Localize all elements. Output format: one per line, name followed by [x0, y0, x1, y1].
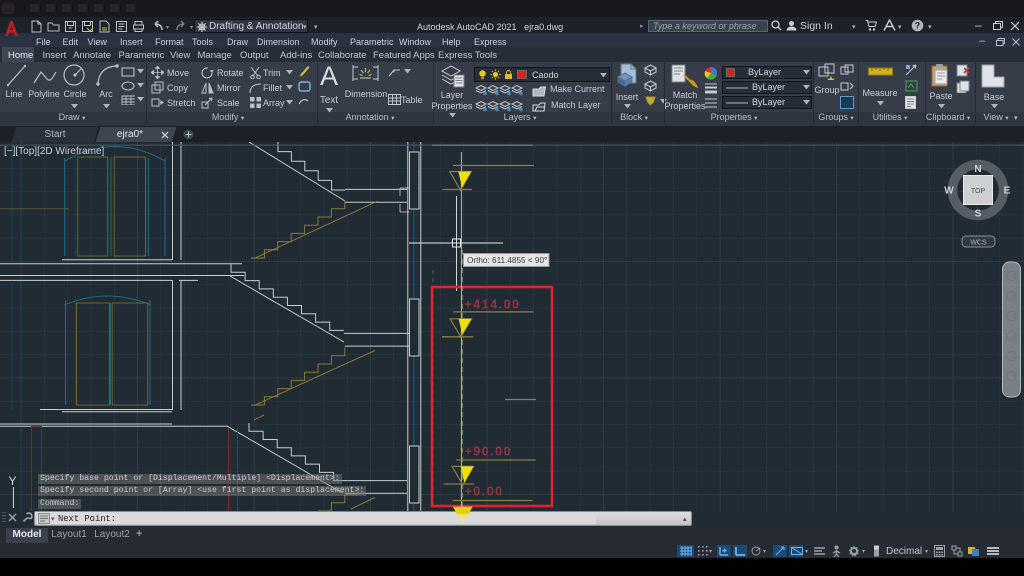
svg-text:E: E — [1004, 186, 1011, 197]
svg-text:+90.00: +90.00 — [465, 445, 513, 459]
svg-text:N: N — [974, 164, 981, 175]
svg-text:+0.00: +0.00 — [465, 485, 504, 499]
svg-text:Ortho: 611.4855 < 90°: Ortho: 611.4855 < 90° — [467, 256, 547, 265]
svg-text:+414.00: +414.00 — [465, 298, 521, 312]
svg-text:Y: Y — [9, 474, 17, 488]
svg-text:TOP: TOP — [971, 188, 986, 195]
svg-text:W: W — [944, 186, 954, 197]
svg-text:[−][Top][2D Wireframe]: [−][Top][2D Wireframe] — [4, 146, 105, 157]
svg-text:WCS: WCS — [970, 239, 987, 246]
svg-text:?: ? — [915, 21, 921, 31]
svg-text:S: S — [975, 209, 982, 220]
